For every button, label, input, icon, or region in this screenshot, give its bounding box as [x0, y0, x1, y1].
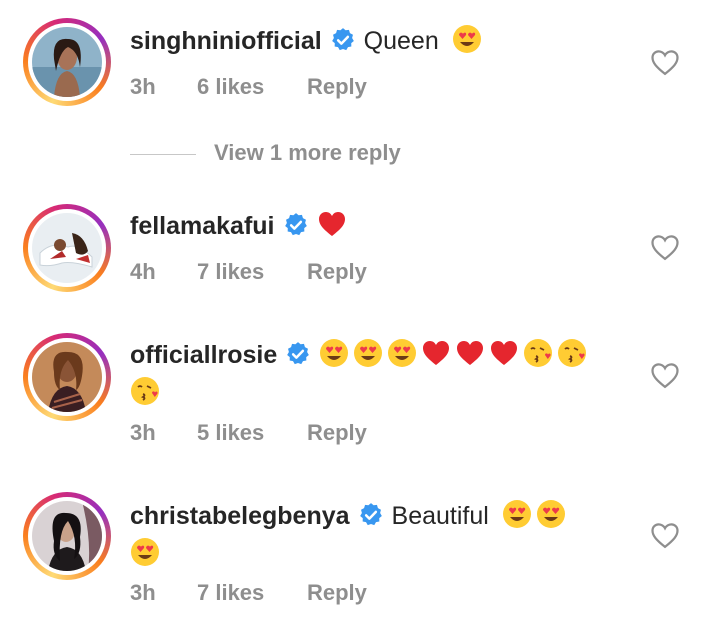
- comment-username[interactable]: christabelegbenya: [130, 502, 350, 530]
- kissing-heart-emoji-icon: [523, 338, 553, 368]
- red-heart-emoji-icon: [317, 209, 347, 239]
- avatar[interactable]: [23, 492, 111, 580]
- view-more-replies-button[interactable]: View 1 more reply: [130, 140, 450, 170]
- comment-username[interactable]: singhniniofficial: [130, 27, 322, 55]
- heart-eyes-emoji-icon: [353, 338, 383, 368]
- reply-button[interactable]: Reply: [307, 580, 367, 606]
- verified-badge-icon: [330, 27, 356, 62]
- like-heart-icon[interactable]: [650, 48, 680, 76]
- woman-portrait-avatar-icon: [32, 342, 102, 412]
- comment-time: 3h: [130, 580, 156, 605]
- verified-badge-icon: [283, 212, 309, 247]
- kissing-heart-emoji-icon: [557, 338, 587, 368]
- comment-text: Beautiful: [391, 502, 489, 530]
- reply-divider: [130, 154, 196, 155]
- heart-eyes-emoji-icon: [319, 338, 349, 368]
- heart-eyes-emoji-icon: [130, 537, 160, 567]
- kissing-heart-emoji-icon: [130, 376, 160, 406]
- likes-count[interactable]: 5 likes: [197, 420, 264, 446]
- reply-button[interactable]: Reply: [307, 74, 367, 100]
- likes-count[interactable]: 7 likes: [197, 259, 264, 285]
- likes-count[interactable]: 6 likes: [197, 74, 264, 100]
- avatar[interactable]: [23, 333, 111, 421]
- reply-button[interactable]: Reply: [307, 420, 367, 446]
- verified-badge-icon: [358, 502, 384, 537]
- comment-time: 4h: [130, 259, 156, 284]
- comment-time: 3h: [130, 420, 156, 445]
- view-more-replies-label: View 1 more reply: [214, 140, 401, 165]
- couple-photo-avatar-icon: [32, 213, 102, 283]
- like-heart-icon[interactable]: [650, 521, 680, 549]
- woman-portrait-avatar-icon: [32, 501, 102, 571]
- comment-time: 3h: [130, 74, 156, 99]
- like-heart-icon[interactable]: [650, 233, 680, 261]
- like-heart-icon[interactable]: [650, 361, 680, 389]
- woman-portrait-avatar-icon: [32, 27, 102, 97]
- comment-username[interactable]: officiallrosie: [130, 341, 277, 369]
- avatar[interactable]: [23, 204, 111, 292]
- red-heart-emoji-icon: [489, 338, 519, 368]
- heart-eyes-emoji-icon: [452, 24, 482, 54]
- heart-eyes-emoji-icon: [536, 499, 566, 529]
- red-heart-emoji-icon: [421, 338, 451, 368]
- avatar[interactable]: [23, 18, 111, 106]
- reply-button[interactable]: Reply: [307, 259, 367, 285]
- verified-badge-icon: [285, 341, 311, 376]
- heart-eyes-emoji-icon: [387, 338, 417, 368]
- likes-count[interactable]: 7 likes: [197, 580, 264, 606]
- comment-username[interactable]: fellamakafui: [130, 212, 275, 240]
- comment-text: Queen: [363, 27, 439, 55]
- heart-eyes-emoji-icon: [502, 499, 532, 529]
- red-heart-emoji-icon: [455, 338, 485, 368]
